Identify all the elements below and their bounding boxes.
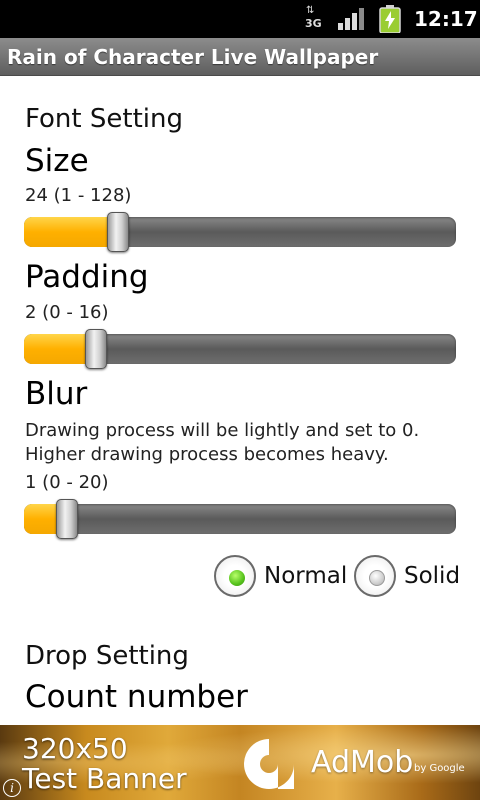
padding-slider-thumb[interactable] xyxy=(85,329,107,369)
clock: 12:17 xyxy=(414,7,478,31)
by-google-text: by Google xyxy=(414,763,465,774)
network-3g-icon: ⇅ 3G xyxy=(303,6,325,32)
page-title: Rain of Character Live Wallpaper xyxy=(7,45,379,69)
info-icon[interactable]: i xyxy=(3,779,21,797)
size-title: Size xyxy=(25,143,89,179)
radio-label-normal[interactable]: Normal xyxy=(264,561,347,591)
banner-test-text: Test Banner xyxy=(22,762,187,795)
blur-value: 1 (0 - 20) xyxy=(25,472,109,493)
banner-size-text: 320x50 xyxy=(22,732,128,765)
drop-setting-header: Drop Setting xyxy=(25,641,189,671)
data-arrows: ⇅ xyxy=(306,5,314,16)
status-bar: ⇅ 3G 12:17 xyxy=(0,0,480,38)
size-slider-thumb[interactable] xyxy=(106,212,129,252)
radio-button[interactable] xyxy=(354,555,396,597)
size-slider[interactable] xyxy=(24,212,456,252)
size-slider-fill xyxy=(24,217,118,247)
app-title-bar: Rain of Character Live Wallpaper xyxy=(0,38,480,76)
blur-description-line2: Higher drawing process becomes heavy. xyxy=(25,444,389,465)
network-type: 3G xyxy=(305,17,322,30)
size-value: 24 (1 - 128) xyxy=(25,185,132,206)
radio-indicator xyxy=(229,570,245,586)
padding-title: Padding xyxy=(25,259,149,295)
font-setting-header: Font Setting xyxy=(25,104,183,134)
admob-brand-text: AdMob xyxy=(311,745,414,780)
battery-charging-icon xyxy=(379,5,401,33)
blur-slider[interactable] xyxy=(24,499,456,539)
blur-description-line1: Drawing process will be lightly and set … xyxy=(25,420,420,441)
ad-banner[interactable]: 320x50 Test Banner i AdMob by Google xyxy=(0,725,480,800)
padding-value: 2 (0 - 16) xyxy=(25,302,109,323)
signal-icon xyxy=(338,8,364,30)
count-number-title: Count number xyxy=(25,679,248,715)
blur-title: Blur xyxy=(25,376,88,412)
radio-label-solid[interactable]: Solid xyxy=(404,561,460,591)
settings-list[interactable]: Font Setting Size 24 (1 - 128) Padding 2… xyxy=(0,76,480,725)
admob-logo-icon xyxy=(244,739,294,789)
padding-slider[interactable] xyxy=(24,329,456,369)
radio-indicator xyxy=(369,570,385,586)
radio-button[interactable] xyxy=(214,555,256,597)
blur-slider-track[interactable] xyxy=(24,504,456,534)
blur-slider-thumb[interactable] xyxy=(56,499,79,539)
